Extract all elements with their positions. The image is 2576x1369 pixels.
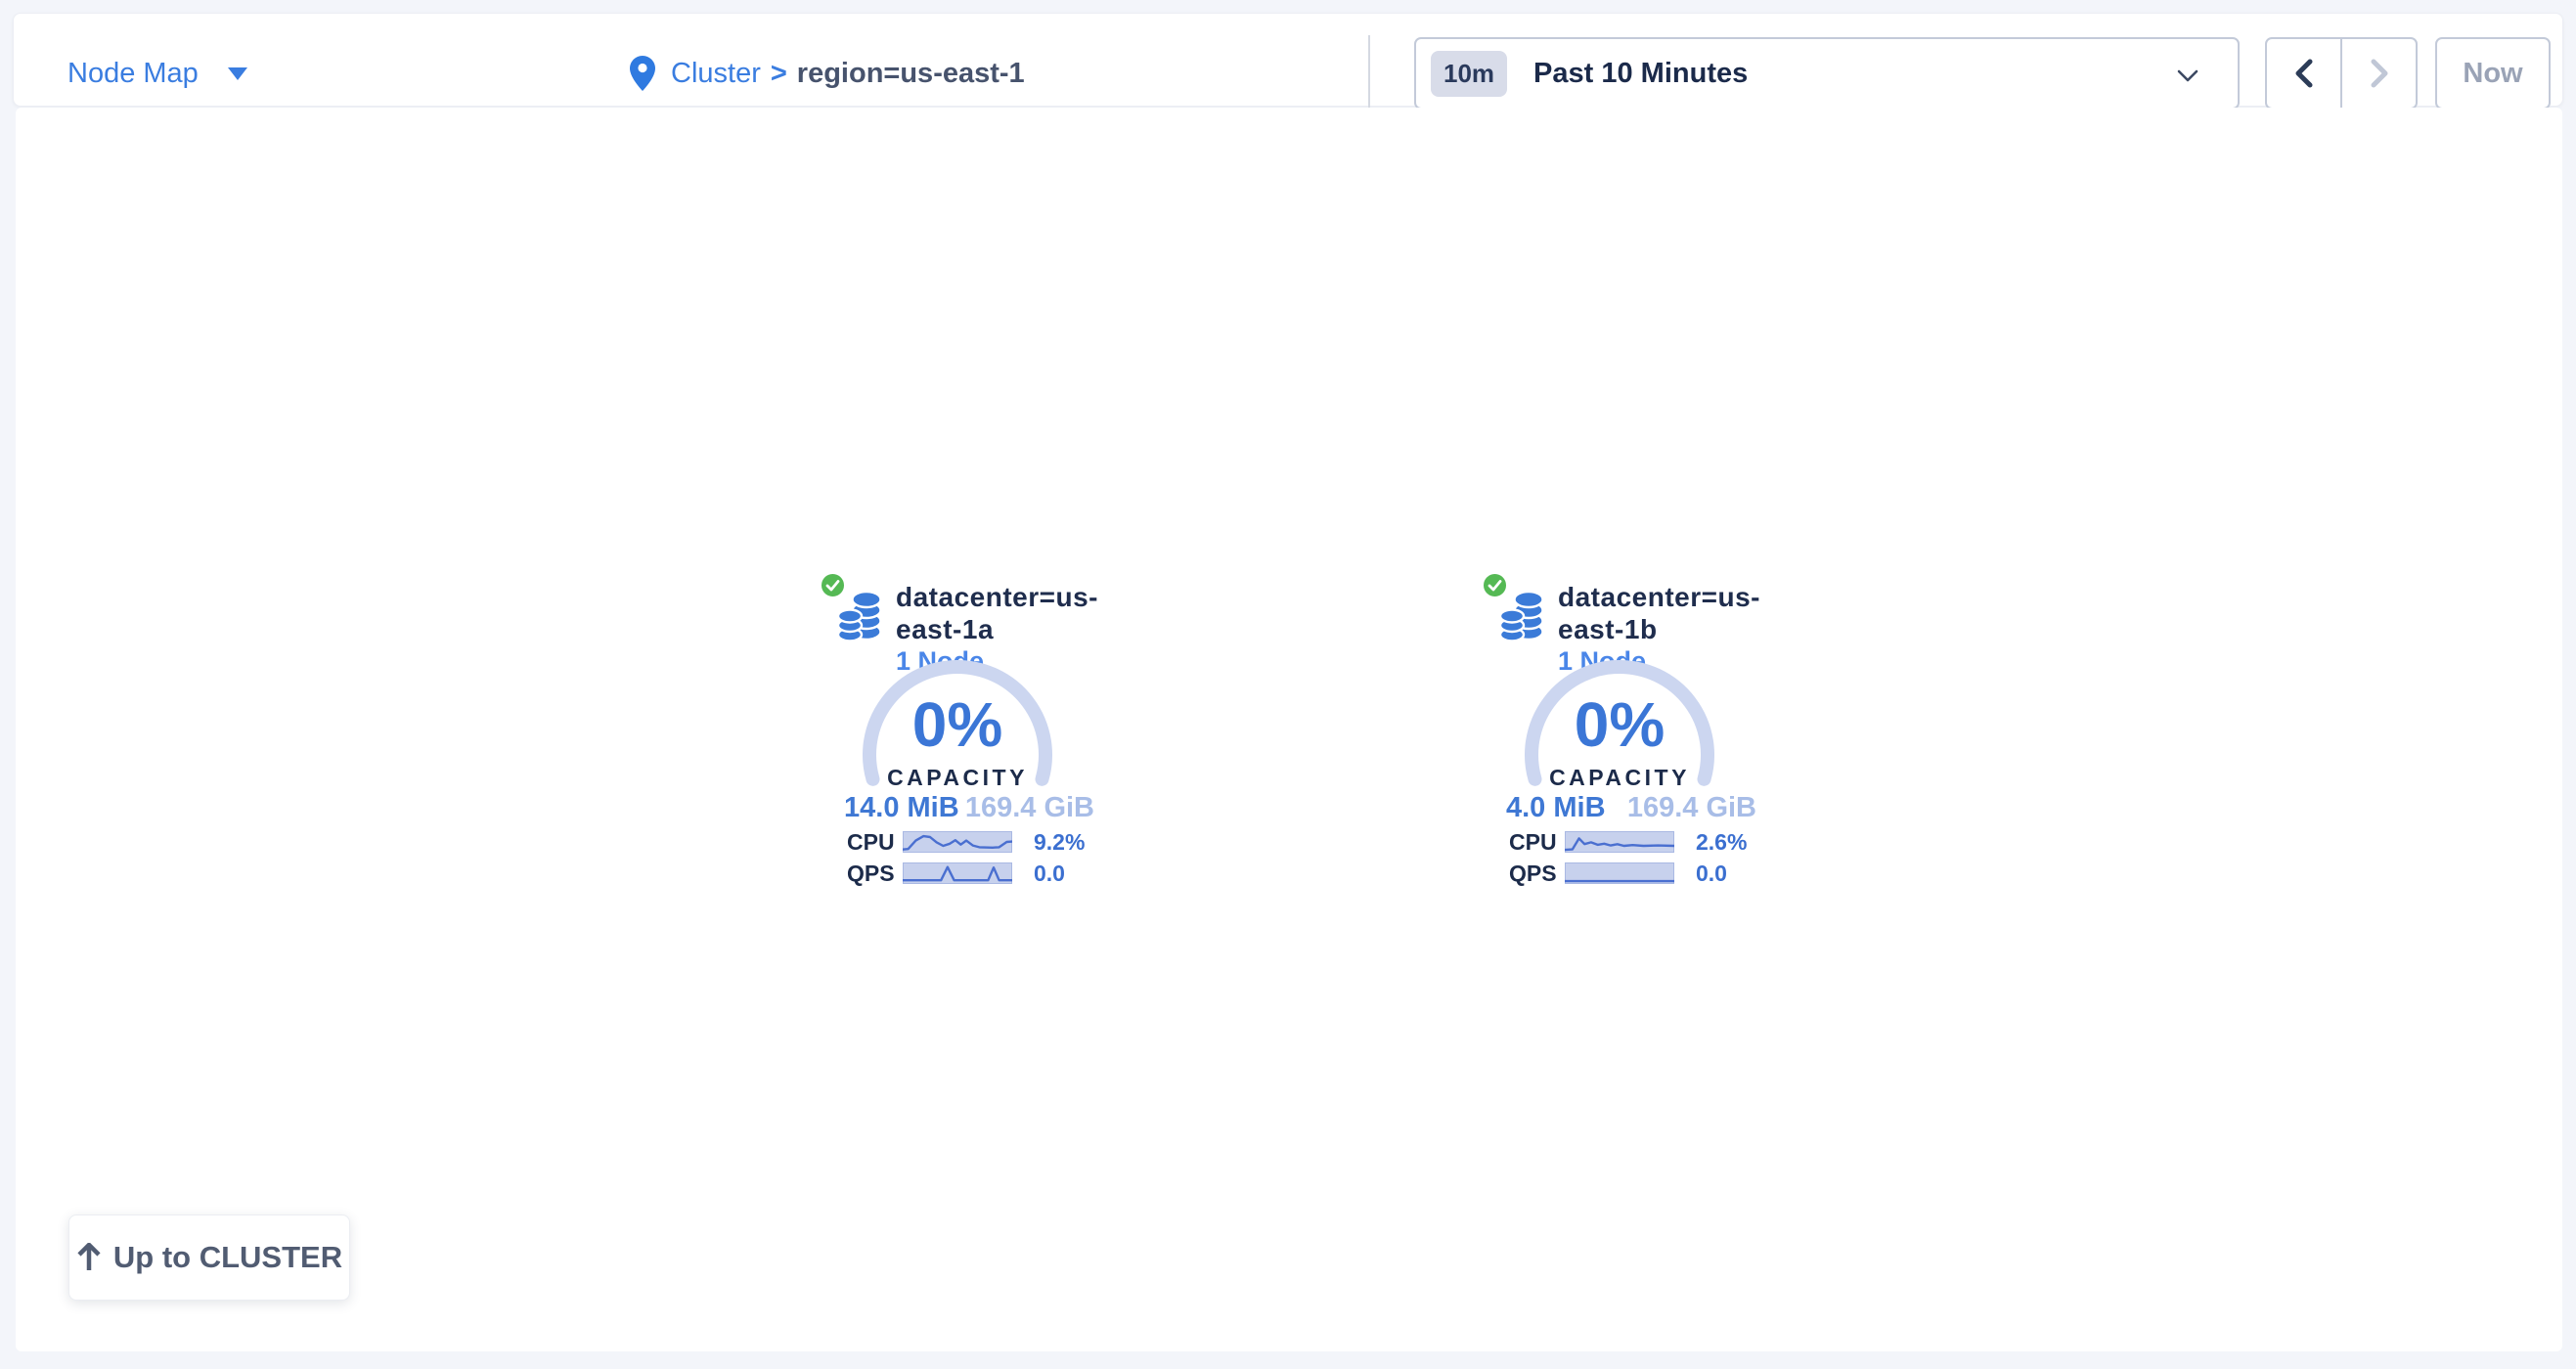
view-selector-label: Node Map xyxy=(67,58,199,90)
capacity-row: 14.0 MiB 169.4 GiB xyxy=(844,792,1094,824)
qps-label: QPS xyxy=(844,861,899,887)
time-nav-group xyxy=(2265,37,2418,110)
capacity-label: CAPACITY xyxy=(1522,765,1717,791)
breadcrumb-cluster-link[interactable]: Cluster xyxy=(671,58,761,90)
locality-title: datacenter=us-east-1a xyxy=(896,581,1113,645)
capacity-label: CAPACITY xyxy=(860,765,1055,791)
cpu-sparkline xyxy=(903,831,1012,853)
qps-sparkline xyxy=(1565,862,1674,884)
caret-down-icon xyxy=(228,67,247,80)
cpu-label: CPU xyxy=(1506,829,1561,856)
capacity-total: 169.4 GiB xyxy=(965,792,1094,824)
time-range-badge: 10m xyxy=(1431,51,1507,97)
time-prev-button[interactable] xyxy=(2267,39,2342,108)
arrow-up-icon xyxy=(76,1243,102,1272)
database-stack-icon xyxy=(1499,591,1544,643)
breadcrumb-current-locality: region=us-east-1 xyxy=(797,58,1025,90)
up-to-cluster-label: Up to CLUSTER xyxy=(113,1240,342,1275)
map-pin-icon xyxy=(630,56,655,91)
database-stack-icon xyxy=(837,591,882,643)
capacity-used: 4.0 MiB xyxy=(1506,792,1606,824)
locality-title: datacenter=us-east-1b xyxy=(1558,581,1775,645)
node-map-canvas xyxy=(16,108,2562,1351)
qps-value: 0.0 xyxy=(1696,861,1727,887)
capacity-percent: 0% xyxy=(860,688,1055,761)
breadcrumb: Cluster > region=us-east-1 xyxy=(630,26,1025,120)
qps-metric-row: QPS 0.0 xyxy=(844,861,1094,885)
cpu-value: 2.6% xyxy=(1696,829,1747,856)
cpu-value: 9.2% xyxy=(1034,829,1085,856)
qps-metric-row: QPS 0.0 xyxy=(1506,861,1756,885)
qps-sparkline xyxy=(903,862,1012,884)
capacity-row: 4.0 MiB 169.4 GiB xyxy=(1506,792,1756,824)
cpu-label: CPU xyxy=(844,829,899,856)
chevron-left-icon xyxy=(2295,59,2313,88)
header-bar: Node Map Cluster > region=us-east-1 10m … xyxy=(13,13,2563,107)
time-range-select[interactable]: 10m Past 10 Minutes xyxy=(1414,37,2240,110)
capacity-used: 14.0 MiB xyxy=(844,792,959,824)
now-button[interactable]: Now xyxy=(2435,37,2551,110)
view-selector-dropdown[interactable]: Node Map xyxy=(67,26,247,120)
capacity-percent: 0% xyxy=(1522,688,1717,761)
header-divider xyxy=(1368,35,1370,110)
locality-card-us-east-1b[interactable]: datacenter=us-east-1b 1 Node 0% CAPACITY… xyxy=(1482,570,1775,899)
capacity-total: 169.4 GiB xyxy=(1627,792,1756,824)
time-range-label: Past 10 Minutes xyxy=(1533,58,1748,90)
chevron-down-icon xyxy=(2177,69,2198,82)
cpu-sparkline xyxy=(1565,831,1674,853)
breadcrumb-separator: > xyxy=(771,58,787,90)
cpu-metric-row: CPU 9.2% xyxy=(844,830,1094,854)
qps-label: QPS xyxy=(1506,861,1561,887)
up-to-cluster-button[interactable]: Up to CLUSTER xyxy=(68,1214,350,1301)
cpu-metric-row: CPU 2.6% xyxy=(1506,830,1756,854)
time-next-button[interactable] xyxy=(2342,39,2416,108)
qps-value: 0.0 xyxy=(1034,861,1065,887)
chevron-right-icon xyxy=(2371,59,2388,88)
locality-card-us-east-1a[interactable]: datacenter=us-east-1a 1 Node 0% CAPACITY… xyxy=(820,570,1113,899)
